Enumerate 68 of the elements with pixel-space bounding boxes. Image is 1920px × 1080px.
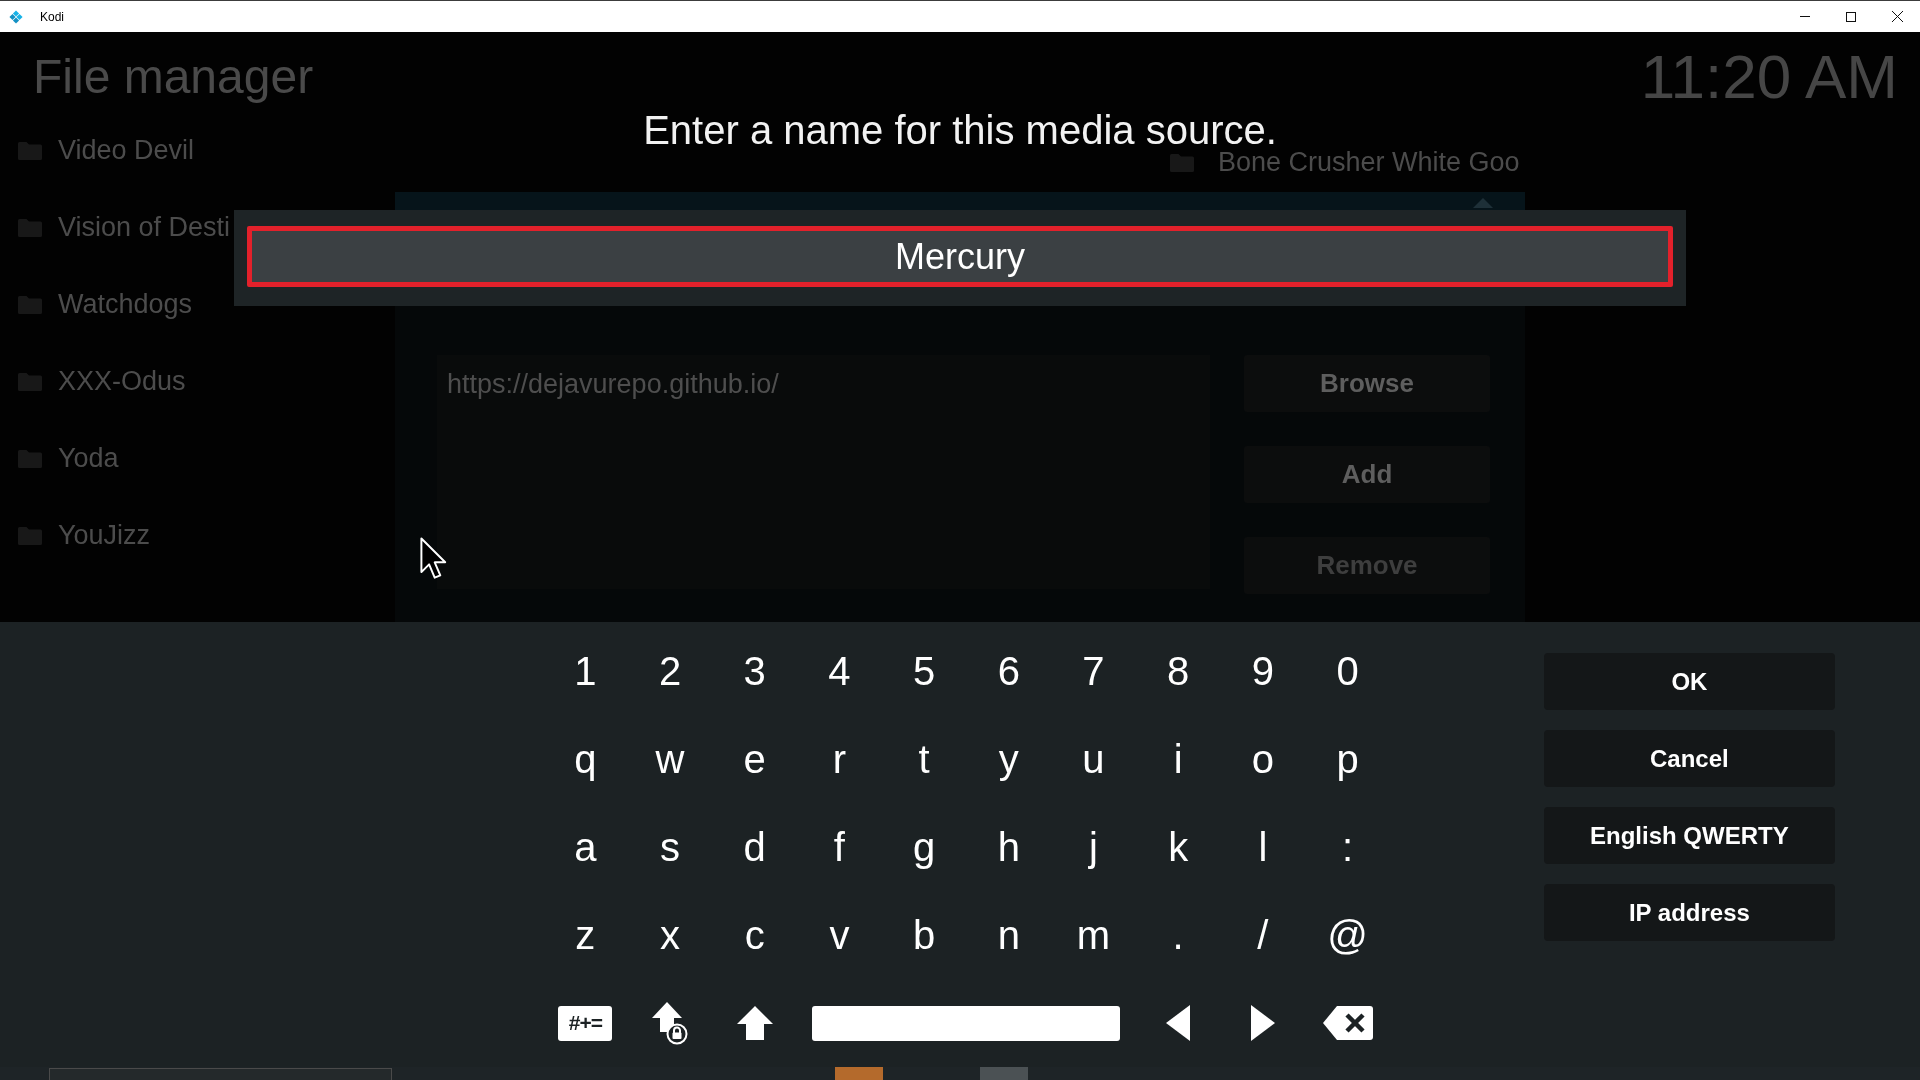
keyboard-key[interactable]: l — [1220, 803, 1306, 891]
keyboard-key[interactable]: y — [966, 715, 1052, 803]
keyboard-key[interactable]: . — [1135, 891, 1221, 979]
backspace-icon — [1322, 1006, 1373, 1040]
keyboard-key[interactable]: : — [1305, 803, 1390, 891]
keyboard-key[interactable]: z — [543, 891, 628, 979]
keyboard-key[interactable]: n — [966, 891, 1052, 979]
clock: 11:20 AM — [1640, 40, 1898, 112]
caret-icon — [1473, 198, 1493, 208]
keyboard-key[interactable]: o — [1220, 715, 1306, 803]
keyboard-key[interactable]: a — [543, 803, 628, 891]
keyboard-key[interactable]: m — [1051, 891, 1136, 979]
search-field[interactable] — [49, 1068, 392, 1080]
keyboard-key[interactable]: j — [1051, 803, 1136, 891]
mouse-pointer-icon — [420, 537, 448, 582]
shift-lock-icon — [652, 1001, 689, 1045]
cancel-button[interactable]: Cancel — [1543, 730, 1835, 787]
symbols-key[interactable]: #+= — [558, 1005, 613, 1041]
ok-button[interactable]: OK — [1543, 653, 1835, 710]
logo-icon — [9, 9, 23, 24]
minimize-icon — [1800, 16, 1810, 17]
left-triangle-icon — [1166, 1005, 1191, 1041]
keyboard-key[interactable]: 5 — [881, 627, 967, 715]
keyboard-key[interactable]: i — [1135, 715, 1221, 803]
space-key[interactable] — [812, 1005, 1121, 1041]
keyboard-layout-button[interactable]: English QWERTY — [1543, 807, 1835, 864]
keyboard-key[interactable]: @ — [1305, 891, 1390, 979]
keyboard-key[interactable]: d — [712, 803, 798, 891]
cursor-left-key[interactable] — [1166, 1005, 1191, 1041]
keyboard-key[interactable]: 8 — [1135, 627, 1221, 715]
keyboard-key[interactable]: c — [712, 891, 798, 979]
keyboard-key[interactable]: r — [797, 715, 882, 803]
keyboard-key[interactable]: f — [797, 803, 882, 891]
keyboard-key[interactable]: t — [881, 715, 967, 803]
keyboard-key[interactable]: u — [1051, 715, 1136, 803]
keyboard-key[interactable]: e — [712, 715, 798, 803]
cursor-right-key[interactable] — [1250, 1005, 1275, 1041]
shift-icon — [736, 1006, 773, 1040]
keyboard-key[interactable]: 4 — [797, 627, 882, 715]
window-title: Kodi — [40, 9, 65, 24]
keyboard-key[interactable]: b — [881, 891, 967, 979]
keyboard-key[interactable]: 3 — [712, 627, 798, 715]
keyboard-key[interactable]: h — [966, 803, 1052, 891]
ip-address-button[interactable]: IP address — [1543, 884, 1835, 941]
right-triangle-icon — [1250, 1005, 1275, 1041]
keyboard-key[interactable]: s — [627, 803, 713, 891]
keyboard-key[interactable]: k — [1135, 803, 1221, 891]
close-icon — [1891, 11, 1903, 22]
shift-key[interactable] — [736, 1006, 773, 1040]
keyboard-key[interactable]: 7 — [1051, 627, 1136, 715]
page-title: File manager — [33, 48, 314, 104]
prompt-title: Enter a name for this media source. — [643, 110, 1277, 150]
maximize-icon — [1846, 11, 1856, 22]
keyboard-key[interactable]: w — [627, 715, 713, 803]
keyboard-key[interactable]: / — [1220, 891, 1306, 979]
caps-lock-key[interactable] — [652, 1001, 689, 1045]
keyboard-key[interactable]: 1 — [543, 627, 628, 715]
keyboard-key[interactable]: 9 — [1220, 627, 1306, 715]
name-input-field[interactable]: Mercury — [247, 226, 1673, 287]
keyboard-key[interactable]: 2 — [627, 627, 713, 715]
keyboard-key[interactable]: q — [543, 715, 628, 803]
keyboard-key[interactable]: p — [1305, 715, 1390, 803]
keyboard-key[interactable]: v — [797, 891, 882, 979]
keyboard-key[interactable]: 0 — [1305, 627, 1390, 715]
keyboard-key[interactable]: x — [627, 891, 713, 979]
keyboard-key[interactable]: g — [881, 803, 967, 891]
backspace-key[interactable] — [1322, 1006, 1373, 1040]
keyboard-key[interactable]: 6 — [966, 627, 1052, 715]
